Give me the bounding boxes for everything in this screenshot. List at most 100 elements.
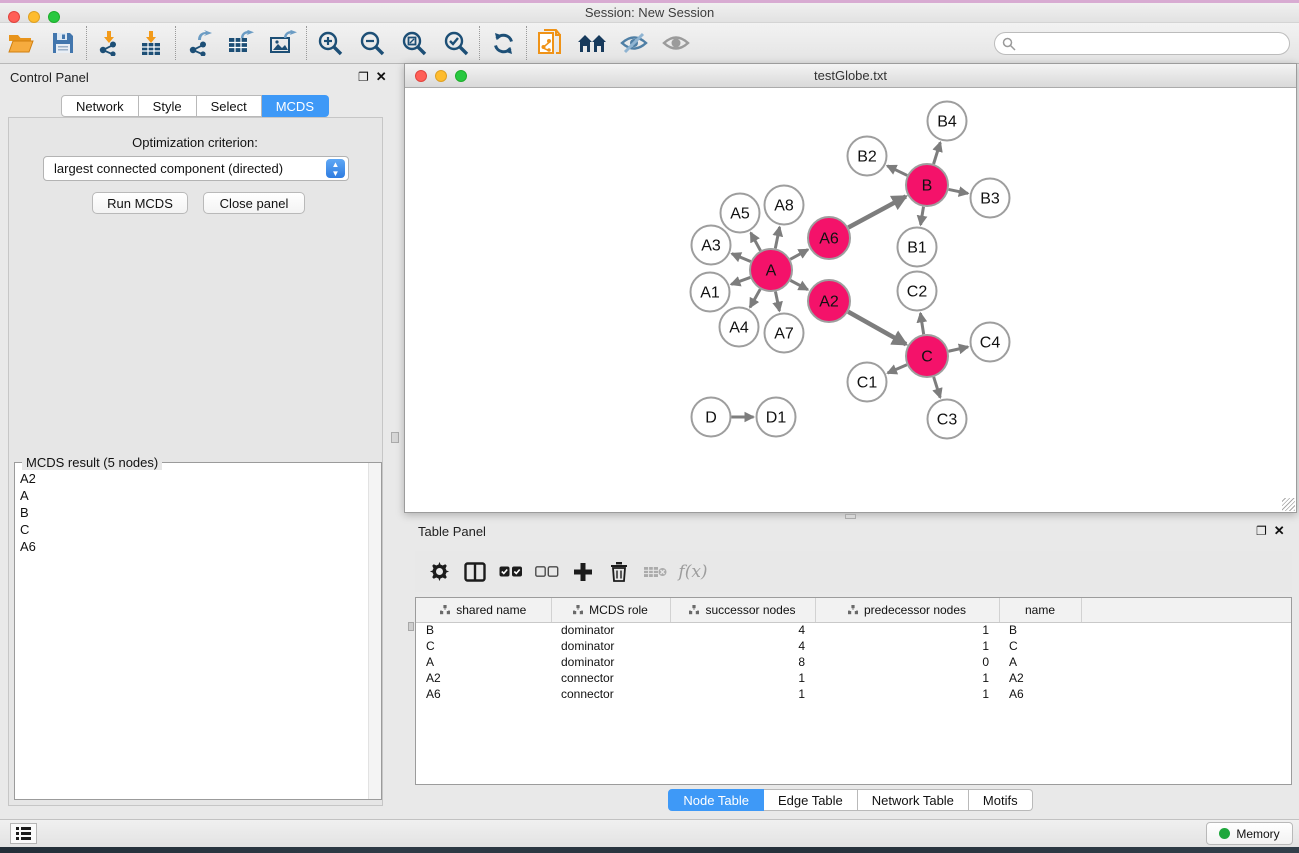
edge-A-A8[interactable] (775, 227, 779, 248)
mcds-result-item[interactable]: A6 (16, 538, 366, 555)
node-D[interactable]: D (692, 398, 731, 437)
tab-mcds[interactable]: MCDS (262, 95, 329, 117)
node-A2[interactable]: A2 (808, 280, 850, 322)
deselect-all-columns-button[interactable] (529, 555, 565, 589)
edge-B-B2[interactable] (887, 166, 907, 176)
edge-A-A6[interactable] (790, 250, 808, 260)
close-table-panel-icon[interactable]: ✕ (1274, 525, 1285, 537)
table-splitter-handle[interactable] (845, 514, 856, 519)
table-settings-button[interactable] (421, 555, 457, 589)
close-window-button[interactable] (8, 11, 20, 23)
mcds-list-scrollbar[interactable] (368, 463, 381, 799)
import-network-button[interactable] (89, 25, 131, 61)
memory-button[interactable]: Memory (1206, 822, 1293, 845)
edge-A-A7[interactable] (775, 292, 779, 311)
edge-A-A3[interactable] (732, 254, 751, 262)
close-panel-button[interactable]: Close panel (203, 192, 305, 214)
node-C3[interactable]: C3 (928, 400, 967, 439)
column-header-shared-name[interactable]: shared name (416, 598, 551, 622)
node-B4[interactable]: B4 (928, 102, 967, 141)
tab-network[interactable]: Network (61, 95, 139, 117)
table-row[interactable]: Adominator80A (416, 654, 1292, 670)
mcds-result-item[interactable]: B (16, 504, 366, 521)
search-field[interactable] (994, 32, 1290, 55)
mcds-result-item[interactable]: A (16, 487, 366, 504)
zoom-out-button[interactable] (351, 25, 393, 61)
export-image-button[interactable] (262, 25, 304, 61)
edge-A-A2[interactable] (790, 280, 807, 289)
node-A1[interactable]: A1 (691, 273, 730, 312)
task-history-button[interactable] (10, 823, 37, 844)
zoom-window-button[interactable] (48, 11, 60, 23)
node-A[interactable]: A (750, 249, 792, 291)
node-A7[interactable]: A7 (765, 314, 804, 353)
node-C1[interactable]: C1 (848, 363, 887, 402)
table-row[interactable]: A2connector11A2 (416, 670, 1292, 686)
minimize-window-button[interactable] (28, 11, 40, 23)
window-resize-grip[interactable] (1282, 498, 1295, 511)
node-B1[interactable]: B1 (898, 228, 937, 267)
first-neighbors-button[interactable] (571, 25, 613, 61)
column-header-predecessor-nodes[interactable]: predecessor nodes (815, 598, 999, 622)
close-network-button[interactable] (415, 70, 427, 82)
delete-columns-button[interactable] (601, 555, 637, 589)
table-row[interactable]: Cdominator41C (416, 638, 1292, 654)
edge-C-C2[interactable] (920, 313, 923, 334)
node-D1[interactable]: D1 (757, 398, 796, 437)
search-input[interactable] (1016, 35, 1289, 53)
edge-B-B4[interactable] (934, 142, 941, 164)
node-B[interactable]: B (906, 164, 948, 206)
save-session-button[interactable] (42, 25, 84, 61)
edge-A2-C[interactable] (848, 312, 906, 344)
node-A3[interactable]: A3 (692, 226, 731, 265)
clone-network-button[interactable] (529, 25, 571, 61)
tab-style[interactable]: Style (139, 95, 197, 117)
run-mcds-button[interactable]: Run MCDS (92, 192, 188, 214)
show-columns-button[interactable] (457, 555, 493, 589)
network-window-titlebar[interactable]: testGlobe.txt (405, 64, 1296, 88)
tab-node-table[interactable]: Node Table (668, 789, 764, 811)
float-table-panel-icon[interactable]: ❐ (1256, 525, 1267, 537)
zoom-in-button[interactable] (309, 25, 351, 61)
node-A6[interactable]: A6 (808, 217, 850, 259)
node-C4[interactable]: C4 (971, 323, 1010, 362)
node-A5[interactable]: A5 (721, 194, 760, 233)
function-builder-button[interactable]: f(x) (673, 555, 709, 589)
tab-select[interactable]: Select (197, 95, 262, 117)
table-scroll-handle[interactable] (408, 622, 414, 631)
node-B3[interactable]: B3 (971, 179, 1010, 218)
mcds-result-item[interactable]: A2 (16, 470, 366, 487)
network-canvas[interactable]: B4 B2 B B3 A8A5 A6 A3 B1 A C2 A1 A2 A4A7 C4 C C1 C3 D D1 (405, 88, 1296, 512)
export-network-button[interactable] (178, 25, 220, 61)
tab-edge-table[interactable]: Edge Table (764, 789, 858, 811)
edge-A6-B[interactable] (848, 196, 906, 227)
import-table-button[interactable] (131, 25, 173, 61)
show-all-button[interactable] (655, 25, 697, 61)
delete-table-button[interactable] (637, 555, 673, 589)
zoom-selected-button[interactable] (435, 25, 477, 61)
select-all-columns-button[interactable] (493, 555, 529, 589)
node-table[interactable]: shared nameMCDS rolesuccessor nodesprede… (415, 597, 1292, 785)
edge-A-A1[interactable] (731, 277, 750, 284)
close-panel-icon[interactable]: ✕ (376, 71, 387, 83)
table-row[interactable]: A6connector11A6 (416, 686, 1292, 702)
float-panel-icon[interactable]: ❐ (358, 71, 369, 83)
table-row[interactable]: Bdominator41B (416, 622, 1292, 638)
node-A4[interactable]: A4 (720, 308, 759, 347)
panel-splitter-handle[interactable] (391, 432, 399, 443)
optimization-criterion-select[interactable]: largest connected component (directed) ▲… (43, 156, 349, 181)
edge-C-C4[interactable] (948, 347, 968, 351)
edge-A-A4[interactable] (750, 289, 760, 307)
add-column-button[interactable] (565, 555, 601, 589)
column-header-MCDS-role[interactable]: MCDS role (551, 598, 670, 622)
export-table-button[interactable] (220, 25, 262, 61)
node-C2[interactable]: C2 (898, 272, 937, 311)
edge-A-A5[interactable] (751, 233, 761, 251)
edge-B-B3[interactable] (949, 189, 968, 193)
node-B2[interactable]: B2 (848, 137, 887, 176)
node-C[interactable]: C (906, 335, 948, 377)
node-A8[interactable]: A8 (765, 186, 804, 225)
column-header-name[interactable]: name (999, 598, 1081, 622)
zoom-fit-button[interactable] (393, 25, 435, 61)
minimize-network-button[interactable] (435, 70, 447, 82)
